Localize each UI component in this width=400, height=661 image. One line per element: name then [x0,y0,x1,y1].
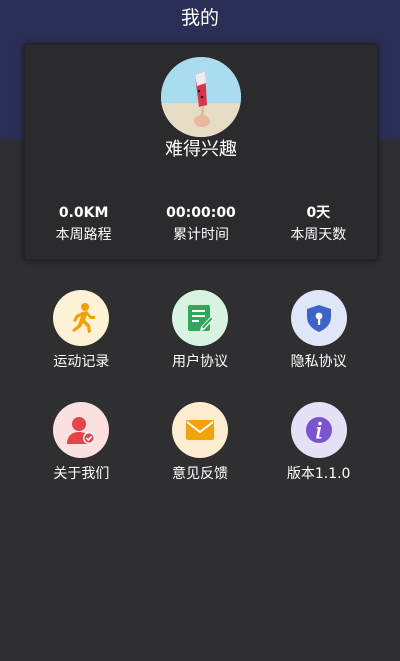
stat-total-time: 00:00:00 累计时间 [142,203,259,246]
shield-key-icon [290,290,347,346]
avatar[interactable] [161,57,241,137]
stat-label: 累计时间 [172,227,229,243]
menu-item-label: 隐私协议 [290,354,347,370]
page-title: 我的 [180,7,219,29]
menu-item-label: 运动记录 [53,354,110,370]
stat-value: 00:00:00 [166,205,236,221]
profile-card: 难得兴趣 0.0KM 本周路程 00:00:00 累计时间 0天 本周天数 [24,44,378,260]
stat-label: 本周天数 [290,227,347,243]
stat-label: 本周路程 [55,227,112,243]
user-check-icon [53,402,110,458]
menu-item-label: 版本1.1.0 [286,466,351,482]
menu-item-user-agreement[interactable]: 用户协议 [141,290,260,372]
mail-icon [171,402,228,458]
stat-value: 0天 [306,205,331,221]
menu-grid: 运动记录 用户协议 隐私协议 关于我们 意见反馈 版本1.1.0 [22,290,378,484]
menu-item-privacy-policy[interactable]: 隐私协议 [259,290,378,372]
info-icon [290,402,347,458]
stat-value: 0.0KM [58,205,109,221]
menu-item-label: 关于我们 [53,466,110,482]
menu-item-version[interactable]: 版本1.1.0 [259,402,378,484]
menu-item-about-us[interactable]: 关于我们 [22,402,141,484]
menu-item-label: 意见反馈 [171,466,228,482]
stat-weekly-days: 0天 本周天数 [260,203,377,246]
menu-item-label: 用户协议 [171,354,228,370]
stats-row: 0.0KM 本周路程 00:00:00 累计时间 0天 本周天数 [25,203,377,246]
menu-item-feedback[interactable]: 意见反馈 [141,402,260,484]
avatar-image [161,57,241,137]
running-icon [53,290,110,346]
stat-weekly-distance: 0.0KM 本周路程 [25,203,142,246]
document-edit-icon [171,290,228,346]
username: 难得兴趣 [165,139,237,160]
menu-item-exercise-record[interactable]: 运动记录 [22,290,141,372]
